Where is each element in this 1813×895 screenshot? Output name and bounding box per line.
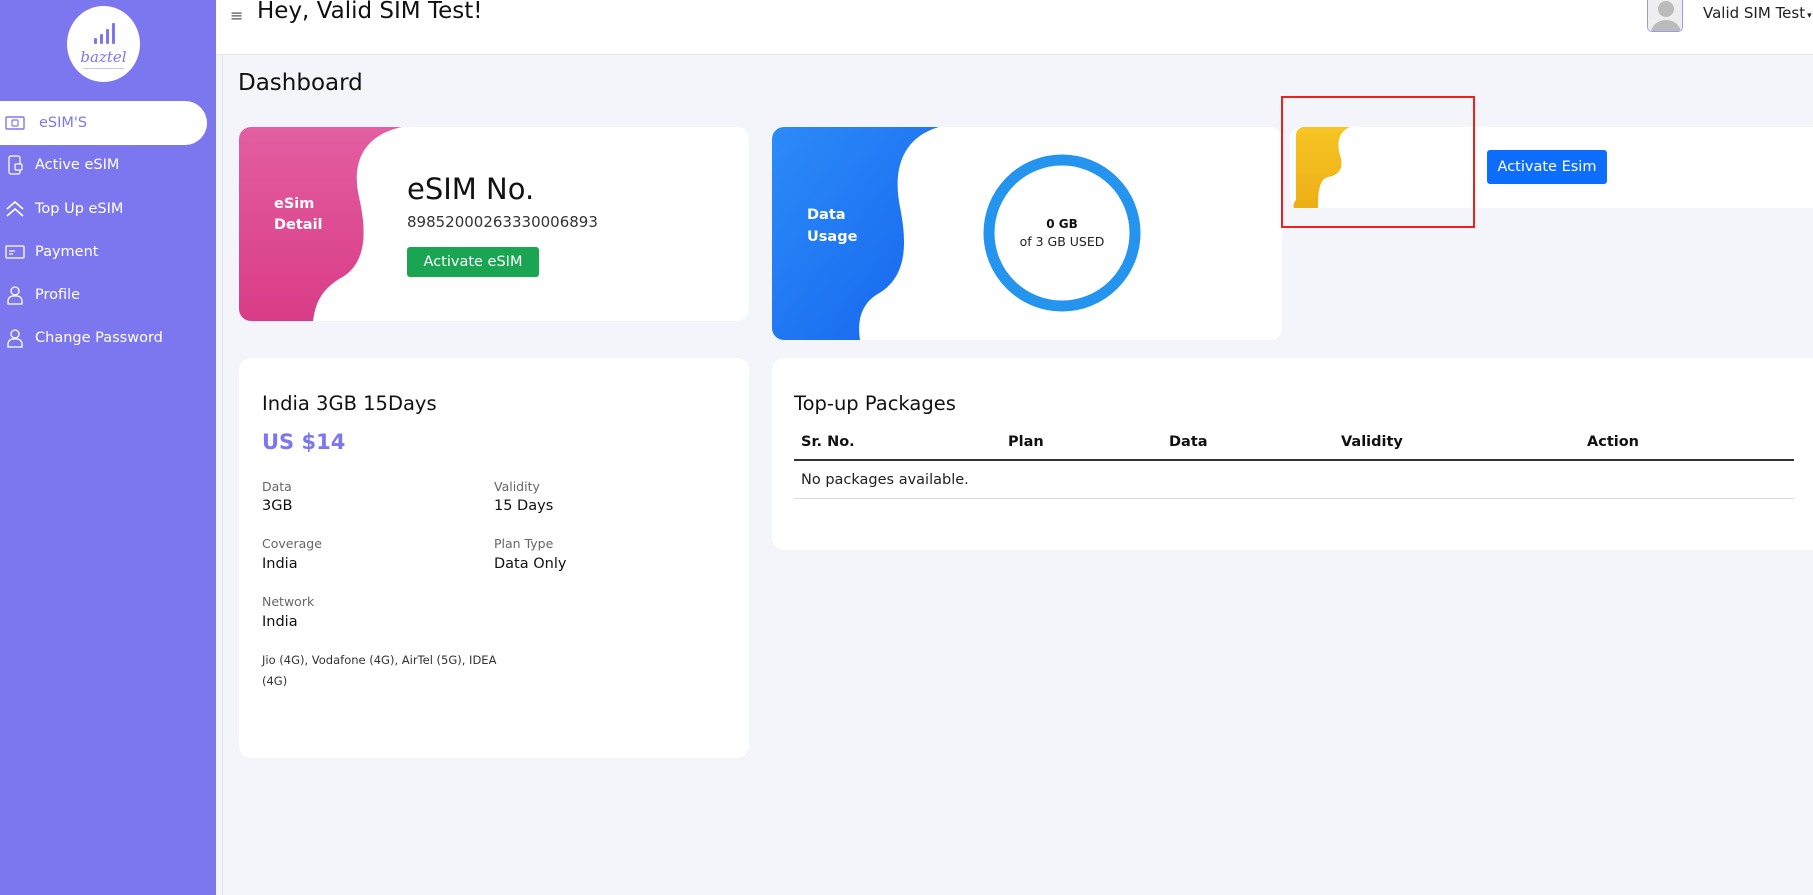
- usage-card-label: Usage: [807, 229, 858, 245]
- signal-bars-icon: [94, 22, 116, 44]
- sidebar-item-active-esim[interactable]: Active eSIM: [0, 146, 119, 184]
- sidebar: baztel eSIM'S Active eSIM Top Up eSIM Pa…: [0, 0, 216, 895]
- sidebar-item-profile[interactable]: Profile: [0, 276, 80, 314]
- data-used-subtitle: of 3 GB USED: [1019, 234, 1105, 249]
- usage-card-label: Data: [807, 207, 846, 223]
- page-title: Dashboard: [238, 70, 363, 96]
- top-header: ≡ Hey, Valid SIM Test! Valid SIM Test ▾: [216, 0, 1813, 55]
- avatar[interactable]: [1647, 0, 1683, 32]
- esim-title: eSIM No.: [407, 172, 535, 206]
- column-header-action: Action: [1587, 434, 1640, 450]
- data-label: Data: [262, 479, 292, 494]
- empty-table-message: No packages available.: [801, 472, 969, 488]
- sidebar-item-top-up-esim[interactable]: Top Up eSIM: [0, 190, 123, 228]
- greeting-title: Hey, Valid SIM Test!: [257, 0, 483, 24]
- plan-price: US $14: [262, 430, 346, 454]
- plan-card: India 3GB 15Days US $14 Data 3GB Validit…: [239, 358, 749, 758]
- activate-esim-button[interactable]: Activate eSIM: [407, 247, 539, 277]
- logo-text: baztel: [80, 48, 127, 66]
- user-menu-dropdown[interactable]: Valid SIM Test ▾: [1703, 4, 1812, 22]
- data-value: 3GB: [262, 498, 293, 514]
- mobile-icon: [5, 155, 25, 175]
- column-header-sr-no: Sr. No.: [801, 434, 855, 450]
- user-icon: [5, 285, 25, 305]
- sidebar-item-esims[interactable]: eSIM'S: [0, 101, 207, 145]
- esim-detail-card: eSim Detail eSIM No. 8985200026333000689…: [239, 127, 749, 321]
- esim-card-label: Detail: [274, 217, 323, 233]
- network-label: Network: [262, 594, 315, 609]
- plan-type-label: Plan Type: [494, 536, 554, 551]
- double-chevron-up-icon: [5, 199, 25, 219]
- baztel-logo[interactable]: baztel: [67, 6, 140, 82]
- column-header-plan: Plan: [1008, 434, 1044, 450]
- validity-value: 15 Days: [494, 498, 554, 514]
- activate-esim-secondary-button[interactable]: Activate Esim: [1487, 150, 1607, 184]
- plan-type-value: Data Only: [494, 556, 567, 572]
- credit-card-icon: [5, 242, 25, 262]
- network-value: India: [262, 614, 298, 630]
- data-usage-card: Data Usage 0 GB of 3 GB USED: [772, 127, 1282, 340]
- plan-name: India 3GB 15Days: [262, 392, 437, 415]
- sidebar-item-label: Profile: [35, 287, 81, 303]
- esim-card-wave: [239, 127, 402, 321]
- usage-card-wave: [772, 127, 939, 340]
- sidebar-item-payment[interactable]: Payment: [0, 233, 98, 271]
- chevron-down-icon: ▾: [1807, 11, 1812, 21]
- menu-toggle-icon[interactable]: ≡: [230, 6, 243, 25]
- sidebar-item-label: Payment: [35, 244, 99, 260]
- sidebar-item-change-password[interactable]: Change Password: [0, 319, 163, 357]
- sidebar-item-label: Top Up eSIM: [35, 201, 124, 217]
- coverage-label: Coverage: [262, 536, 322, 551]
- esim-number: 89852000263330006893: [407, 213, 598, 231]
- highlight-box: [1281, 96, 1475, 228]
- column-header-validity: Validity: [1341, 434, 1403, 450]
- data-usage-ring: [983, 154, 1141, 312]
- validity-label: Validity: [494, 479, 540, 494]
- coverage-value: India: [262, 556, 298, 572]
- sim-card-icon: [5, 113, 25, 133]
- data-used-value: 0 GB: [1046, 217, 1078, 231]
- topup-packages-card: Top-up Packages Sr. No. Plan Data Validi…: [772, 358, 1813, 550]
- user-name: Valid SIM Test: [1703, 4, 1806, 22]
- user-icon: [5, 328, 25, 348]
- sidebar-item-label: Active eSIM: [35, 157, 120, 173]
- sidebar-item-label: Change Password: [35, 330, 163, 346]
- sidebar-item-label: eSIM'S: [39, 115, 88, 131]
- network-detail: Jio (4G), Vodafone (4G), AirTel (5G), ID…: [262, 653, 497, 688]
- topup-title: Top-up Packages: [794, 392, 956, 415]
- esim-card-label: eSim: [274, 196, 315, 212]
- column-header-data: Data: [1169, 434, 1208, 450]
